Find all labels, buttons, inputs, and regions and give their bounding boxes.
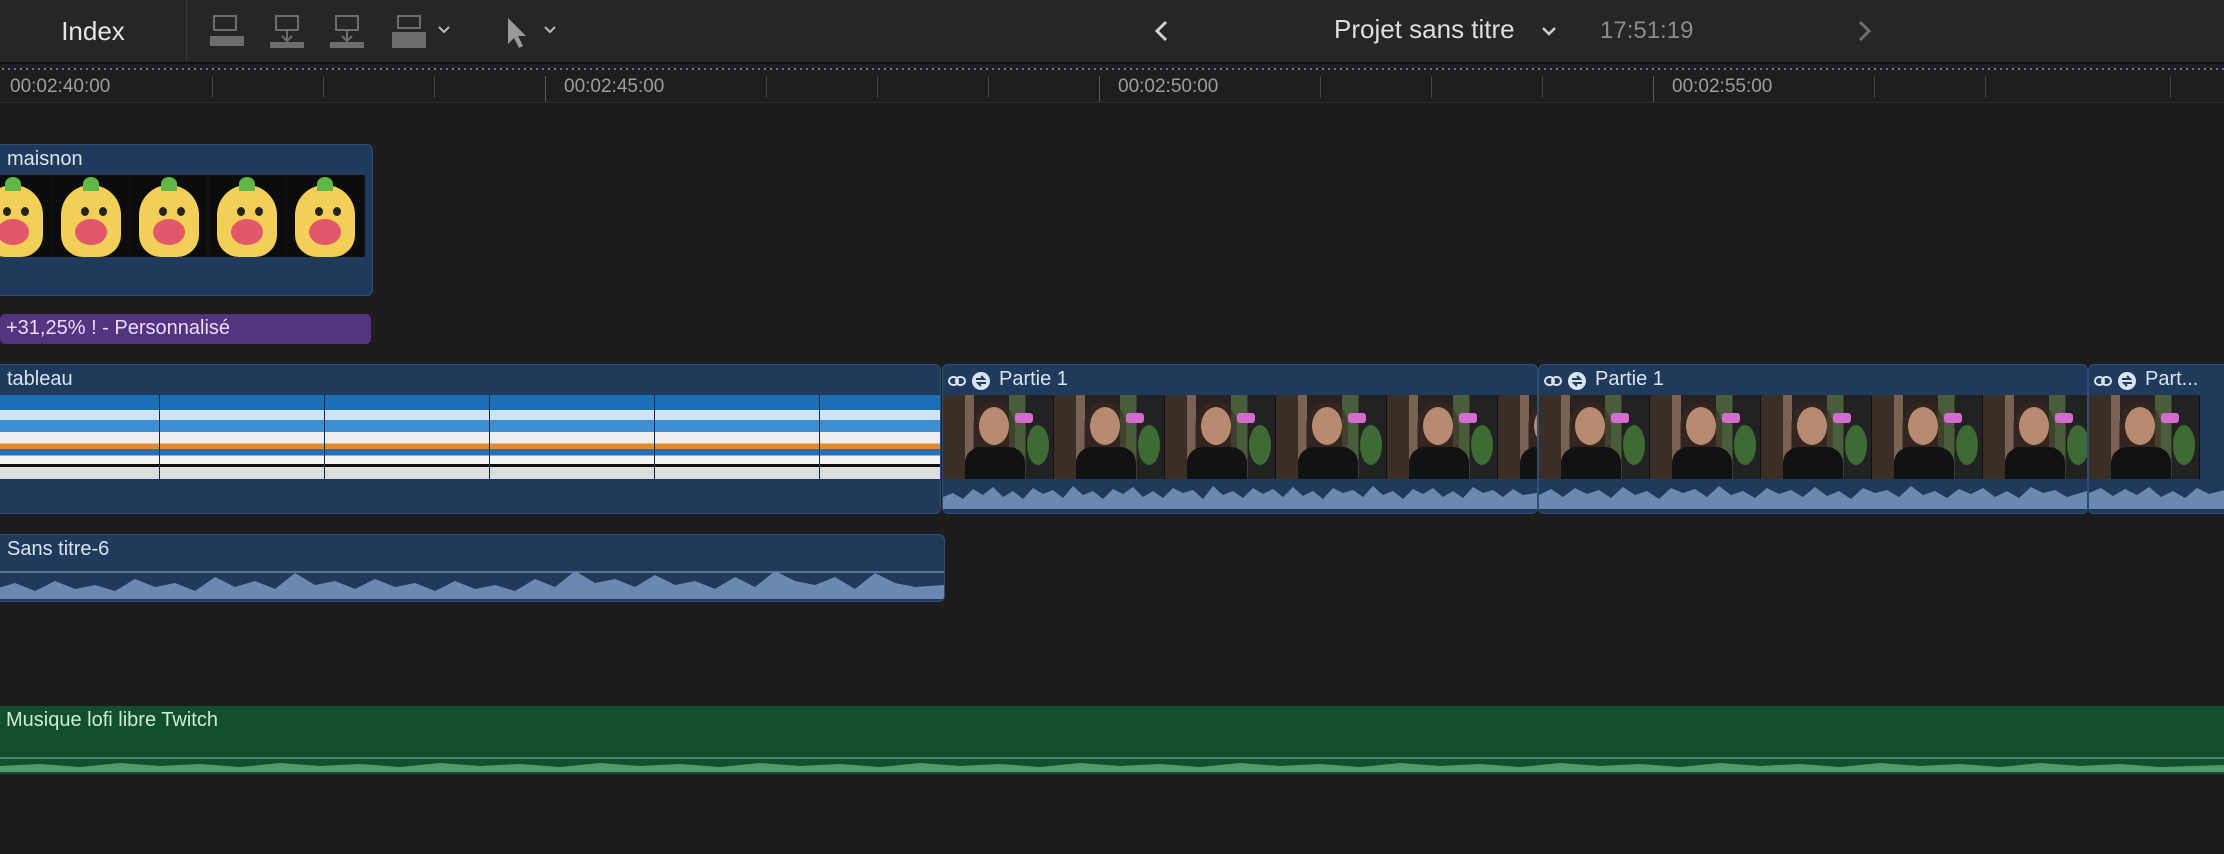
ruler-tick — [2170, 76, 2171, 98]
append-clip-icon[interactable] — [208, 14, 248, 50]
clip-name: Partie 1 — [1595, 368, 1664, 390]
audio-waveform — [943, 486, 1537, 509]
ruler-timecode: 00:02:45:00 — [564, 76, 665, 97]
ruler-tick — [1985, 76, 1986, 98]
clip-partie-1[interactable]: Part... — [2088, 364, 2224, 514]
clip-icons — [1543, 371, 1587, 391]
clip-maisnon[interactable]: maisnon — [0, 144, 373, 296]
timecode: 17:51:19 — [1600, 17, 1694, 44]
clip-tableau[interactable]: tableau — [0, 364, 941, 514]
clip-name: Part... — [2145, 368, 2199, 390]
ruler-tick — [1320, 76, 1321, 98]
retime-effect-bar[interactable]: +31,25% ! - Personnalisé — [0, 314, 371, 344]
clip-partie-1[interactable]: Partie 1 — [1538, 364, 2088, 514]
back-icon[interactable] — [1148, 16, 1176, 46]
clip-name: Partie 1 — [999, 368, 1068, 390]
audio-waveform — [2089, 487, 2224, 509]
clip-sans-titre-6[interactable]: Sans titre-6 — [0, 534, 945, 602]
ruler-tick — [1653, 76, 1654, 102]
effect-label: +31,25% ! - Personnalisé — [6, 317, 231, 339]
chevron-down-icon[interactable] — [1540, 22, 1558, 40]
project-title[interactable]: Projet sans titre — [1334, 14, 1515, 45]
clip-icons — [2093, 371, 2137, 391]
index-button[interactable]: Index — [0, 0, 187, 62]
toolbar: Index Projet sans titre 17:51:19 — [0, 0, 2224, 64]
retime-icon — [2118, 372, 2136, 390]
ruler-timecode: 00:02:55:00 — [1672, 76, 1773, 97]
clip-thumbnails — [2089, 395, 2200, 479]
clip-icons — [947, 371, 991, 391]
clip-thumbnails — [0, 395, 940, 479]
select-tool-icon[interactable] — [500, 14, 530, 50]
ruler-tick — [1874, 76, 1875, 98]
link-icon — [2094, 376, 2112, 386]
forward-icon[interactable] — [1850, 16, 1878, 46]
insert-clip-icon[interactable] — [268, 14, 308, 50]
clip-name: tableau — [7, 368, 73, 390]
chevron-down-icon[interactable] — [542, 22, 558, 38]
chevron-down-icon[interactable] — [436, 22, 452, 38]
audio-waveform — [0, 571, 944, 599]
clip-name: maisnon — [7, 148, 83, 170]
ruler-tick — [212, 76, 213, 98]
overwrite-clip-icon[interactable] — [390, 14, 430, 50]
ruler-dots — [0, 68, 2224, 70]
clip-musique-lofi[interactable]: Musique lofi libre Twitch — [0, 706, 2224, 774]
clip-name: Sans titre-6 — [7, 538, 110, 560]
retime-icon — [972, 372, 990, 390]
ruler-tick — [323, 76, 324, 98]
ruler-timecode: 00:02:50:00 — [1118, 76, 1219, 97]
ruler-tick — [545, 76, 546, 102]
link-icon — [948, 376, 966, 386]
ruler-tick — [1431, 76, 1432, 98]
ruler-tick — [877, 76, 878, 98]
clip-thumbnails — [1539, 395, 2087, 479]
ruler-timecode: 00:02:40:00 — [10, 76, 111, 97]
retime-icon — [1568, 372, 1586, 390]
clip-partie-1[interactable]: Partie 1 — [942, 364, 1538, 514]
audio-waveform — [0, 757, 2224, 772]
clip-name: Musique lofi libre Twitch — [6, 709, 218, 731]
link-icon — [1544, 376, 1562, 386]
ruler-tick — [988, 76, 989, 98]
audio-waveform — [1539, 486, 2087, 509]
ruler-tick — [1099, 76, 1100, 102]
timeline-ruler[interactable]: 00:02:40:00 00:02:45:00 00:02:50:00 00:0… — [0, 64, 2224, 103]
connect-clip-icon[interactable] — [328, 14, 368, 50]
ruler-tick — [434, 76, 435, 98]
clip-thumbnails — [943, 395, 1537, 479]
ruler-tick — [766, 76, 767, 98]
ruler-tick — [1542, 76, 1543, 98]
clip-thumbnails — [0, 175, 365, 257]
